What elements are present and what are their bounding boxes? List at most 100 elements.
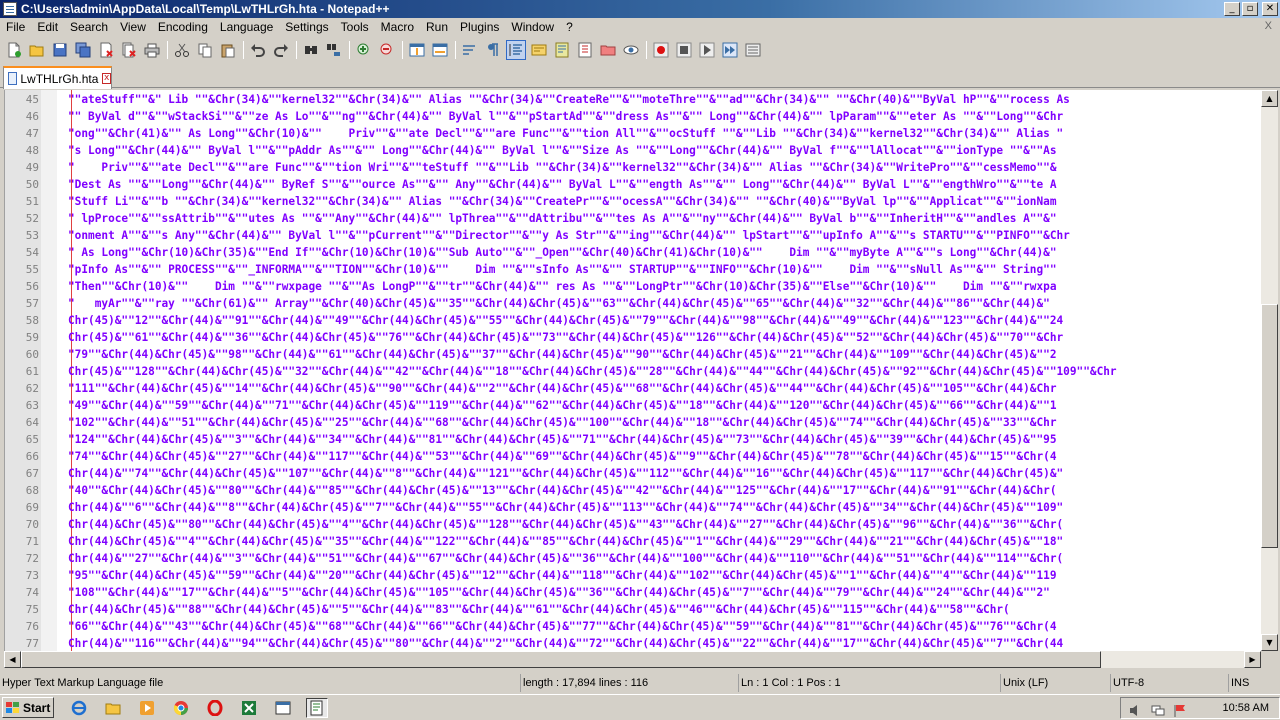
menu-search[interactable]: Search [64,18,114,37]
code-line[interactable]: "ong""&Chr(41)&"" As Long""&Chr(10)&"" P… [57,125,1261,142]
code-line[interactable]: "" ByVal d""&""wStackSi""&""ze As Lo""&"… [57,108,1261,125]
sync-horizontal-icon[interactable] [430,40,450,60]
vertical-scroll-thumb[interactable] [1261,304,1278,548]
menu-encoding[interactable]: Encoding [152,18,214,37]
network-icon[interactable] [1151,702,1165,716]
code-area[interactable]: ""ateStuff""&" Lib ""&Chr(34)&""kernel32… [57,90,1261,651]
print-icon[interactable] [142,40,162,60]
monitoring-icon[interactable] [621,40,641,60]
flag-icon[interactable] [1173,702,1187,717]
stop-record-icon[interactable] [674,40,694,60]
close-window-button[interactable]: ✕ [1262,2,1278,16]
internet-explorer-icon[interactable] [68,698,90,718]
indent-guide-icon[interactable] [506,39,526,60]
replace-icon[interactable] [324,40,344,60]
code-line[interactable]: "Stuff Li""&""b ""&Chr(34)&""kernel32""&… [57,193,1261,210]
code-line[interactable]: "66""&Chr(44)&""43""&Chr(44)&Chr(45)&""6… [57,618,1261,635]
media-player-icon[interactable] [136,698,158,718]
doc-map-icon[interactable] [552,40,572,60]
save-all-icon[interactable] [73,40,93,60]
code-line[interactable]: "108""&Chr(44)&""17""&Chr(44)&""5""&Chr(… [57,584,1261,601]
show-all-chars-icon[interactable] [483,40,503,60]
taskbar-window-icon[interactable] [272,698,294,718]
undo-icon[interactable] [248,40,268,60]
code-line[interactable]: "40""&Chr(44)&Chr(45)&""80""&Chr(44)&""8… [57,482,1261,499]
code-line[interactable]: "s Long""&Chr(44)&"" ByVal l""&""pAddr A… [57,142,1261,159]
run-macro-multiple-icon[interactable] [720,40,740,60]
zoom-out-icon[interactable] [377,40,397,60]
menu-plugins[interactable]: Plugins [454,18,505,37]
close-document-icon[interactable]: X [1265,20,1272,32]
code-line[interactable]: "95""&Chr(44)&Chr(45)&""59""&Chr(44)&""2… [57,567,1261,584]
code-line[interactable]: " lpProce""&""ssAttrib""&""utes As ""&""… [57,210,1261,227]
code-line[interactable]: Chr(44)&""74""&Chr(44)&Chr(45)&""107""&C… [57,465,1261,482]
redo-icon[interactable] [271,40,291,60]
menu-language[interactable]: Language [214,18,279,37]
play-macro-icon[interactable] [697,40,717,60]
menu-macro[interactable]: Macro [375,18,420,37]
code-line[interactable]: Chr(45)&""12""&Chr(44)&""91""&Chr(44)&""… [57,312,1261,329]
zoom-in-icon[interactable] [354,40,374,60]
folder-workspace-icon[interactable] [598,40,618,60]
code-line[interactable]: Chr(45)&""128""&Chr(44)&Chr(45)&""32""&C… [57,363,1261,380]
code-line[interactable]: "111""&Chr(44)&Chr(45)&""14""&Chr(44)&Ch… [57,380,1261,397]
excel-icon[interactable] [238,698,260,718]
code-line[interactable]: "pInfo As""&"" PROCESS""&""_INFORMA""&""… [57,261,1261,278]
opera-icon[interactable] [204,698,226,718]
vertical-scrollbar[interactable]: ▲ ▼ [1261,90,1278,651]
code-line[interactable]: "79""&Chr(44)&Chr(45)&""98""&Chr(44)&""6… [57,346,1261,363]
volume-icon[interactable] [1129,702,1143,716]
close-all-icon[interactable] [119,40,139,60]
menu-view[interactable]: View [114,18,152,37]
code-line[interactable]: " Priv""&""ate Decl""&""are Func""&""tio… [57,159,1261,176]
tab-lwthlrgh-hta[interactable]: LwTHLrGh.hta x [3,66,112,89]
record-macro-icon[interactable] [651,40,671,60]
code-line[interactable]: "74""&Chr(44)&Chr(45)&""27""&Chr(44)&""1… [57,448,1261,465]
scroll-left-arrow-icon[interactable]: ◀ [4,651,21,668]
find-icon[interactable] [301,40,321,60]
new-file-icon[interactable] [4,40,24,60]
udl-icon[interactable] [529,40,549,60]
menu-edit[interactable]: Edit [31,18,64,37]
chrome-icon[interactable] [170,698,192,718]
code-line[interactable]: " As Long""&Chr(10)&Chr(35)&""End If""&C… [57,244,1261,261]
code-line[interactable]: Chr(44)&""116""&Chr(44)&""94""&Chr(44)&C… [57,635,1261,651]
tab-close-icon[interactable]: x [102,73,111,84]
code-line[interactable]: Chr(44)&""27""&Chr(44)&""3""&Chr(44)&""5… [57,550,1261,567]
code-line[interactable]: "49""&Chr(44)&""59""&Chr(44)&""71""&Chr(… [57,397,1261,414]
menu-settings[interactable]: Settings [279,18,334,37]
sync-vertical-icon[interactable] [407,40,427,60]
open-file-icon[interactable] [27,40,47,60]
code-line[interactable]: "124""&Chr(44)&Chr(45)&""3""&Chr(44)&""3… [57,431,1261,448]
notepadpp-taskbar-icon[interactable] [306,698,328,718]
code-line[interactable]: Chr(44)&Chr(45)&""88""&Chr(44)&Chr(45)&"… [57,601,1261,618]
scroll-down-arrow-icon[interactable]: ▼ [1261,634,1278,651]
paste-icon[interactable] [218,40,238,60]
close-icon[interactable] [96,40,116,60]
code-line[interactable]: "Then""&Chr(10)&"" Dim ""&""rwxpage ""&"… [57,278,1261,295]
code-line[interactable]: "Dest As ""&""Long""&Chr(44)&"" ByRef S"… [57,176,1261,193]
code-line[interactable]: ""ateStuff""&" Lib ""&Chr(34)&""kernel32… [57,91,1261,108]
cut-icon[interactable] [172,40,192,60]
horizontal-scroll-thumb[interactable] [21,651,1101,668]
horizontal-scrollbar[interactable]: ◀ ▶ [4,651,1261,668]
code-line[interactable]: Chr(44)&Chr(45)&""80""&Chr(44)&Chr(45)&"… [57,516,1261,533]
clock[interactable]: 10:58 AM [1223,698,1269,718]
notepadpp-app-icon[interactable] [3,2,17,16]
maximize-button[interactable]: ▫ [1242,2,1258,16]
menu-help[interactable]: ? [560,18,579,37]
menu-window[interactable]: Window [505,18,560,37]
scroll-right-arrow-icon[interactable]: ▶ [1244,651,1261,668]
editor-pane[interactable]: 45 46 47 48 49 50 51 52 53 54 55 56 57 58 59 60 61 62 63 64… [4,90,1261,651]
function-list-icon[interactable] [575,40,595,60]
menu-tools[interactable]: Tools [335,18,375,37]
save-icon[interactable] [50,40,70,60]
code-line[interactable]: "onment A""&""s Any""&Chr(44)&"" ByVal l… [57,227,1261,244]
menu-file[interactable]: File [0,18,31,37]
code-line[interactable]: " myAr""&""ray ""&Chr(61)&"" Array""&Chr… [57,295,1261,312]
word-wrap-icon[interactable] [460,40,480,60]
code-line[interactable]: "102""&Chr(44)&""51""&Chr(44)&Chr(45)&""… [57,414,1261,431]
minimize-button[interactable]: _ [1224,2,1240,16]
copy-icon[interactable] [195,40,215,60]
title-bar[interactable]: C:\Users\admin\AppData\Local\Temp\LwTHLr… [0,0,1280,18]
